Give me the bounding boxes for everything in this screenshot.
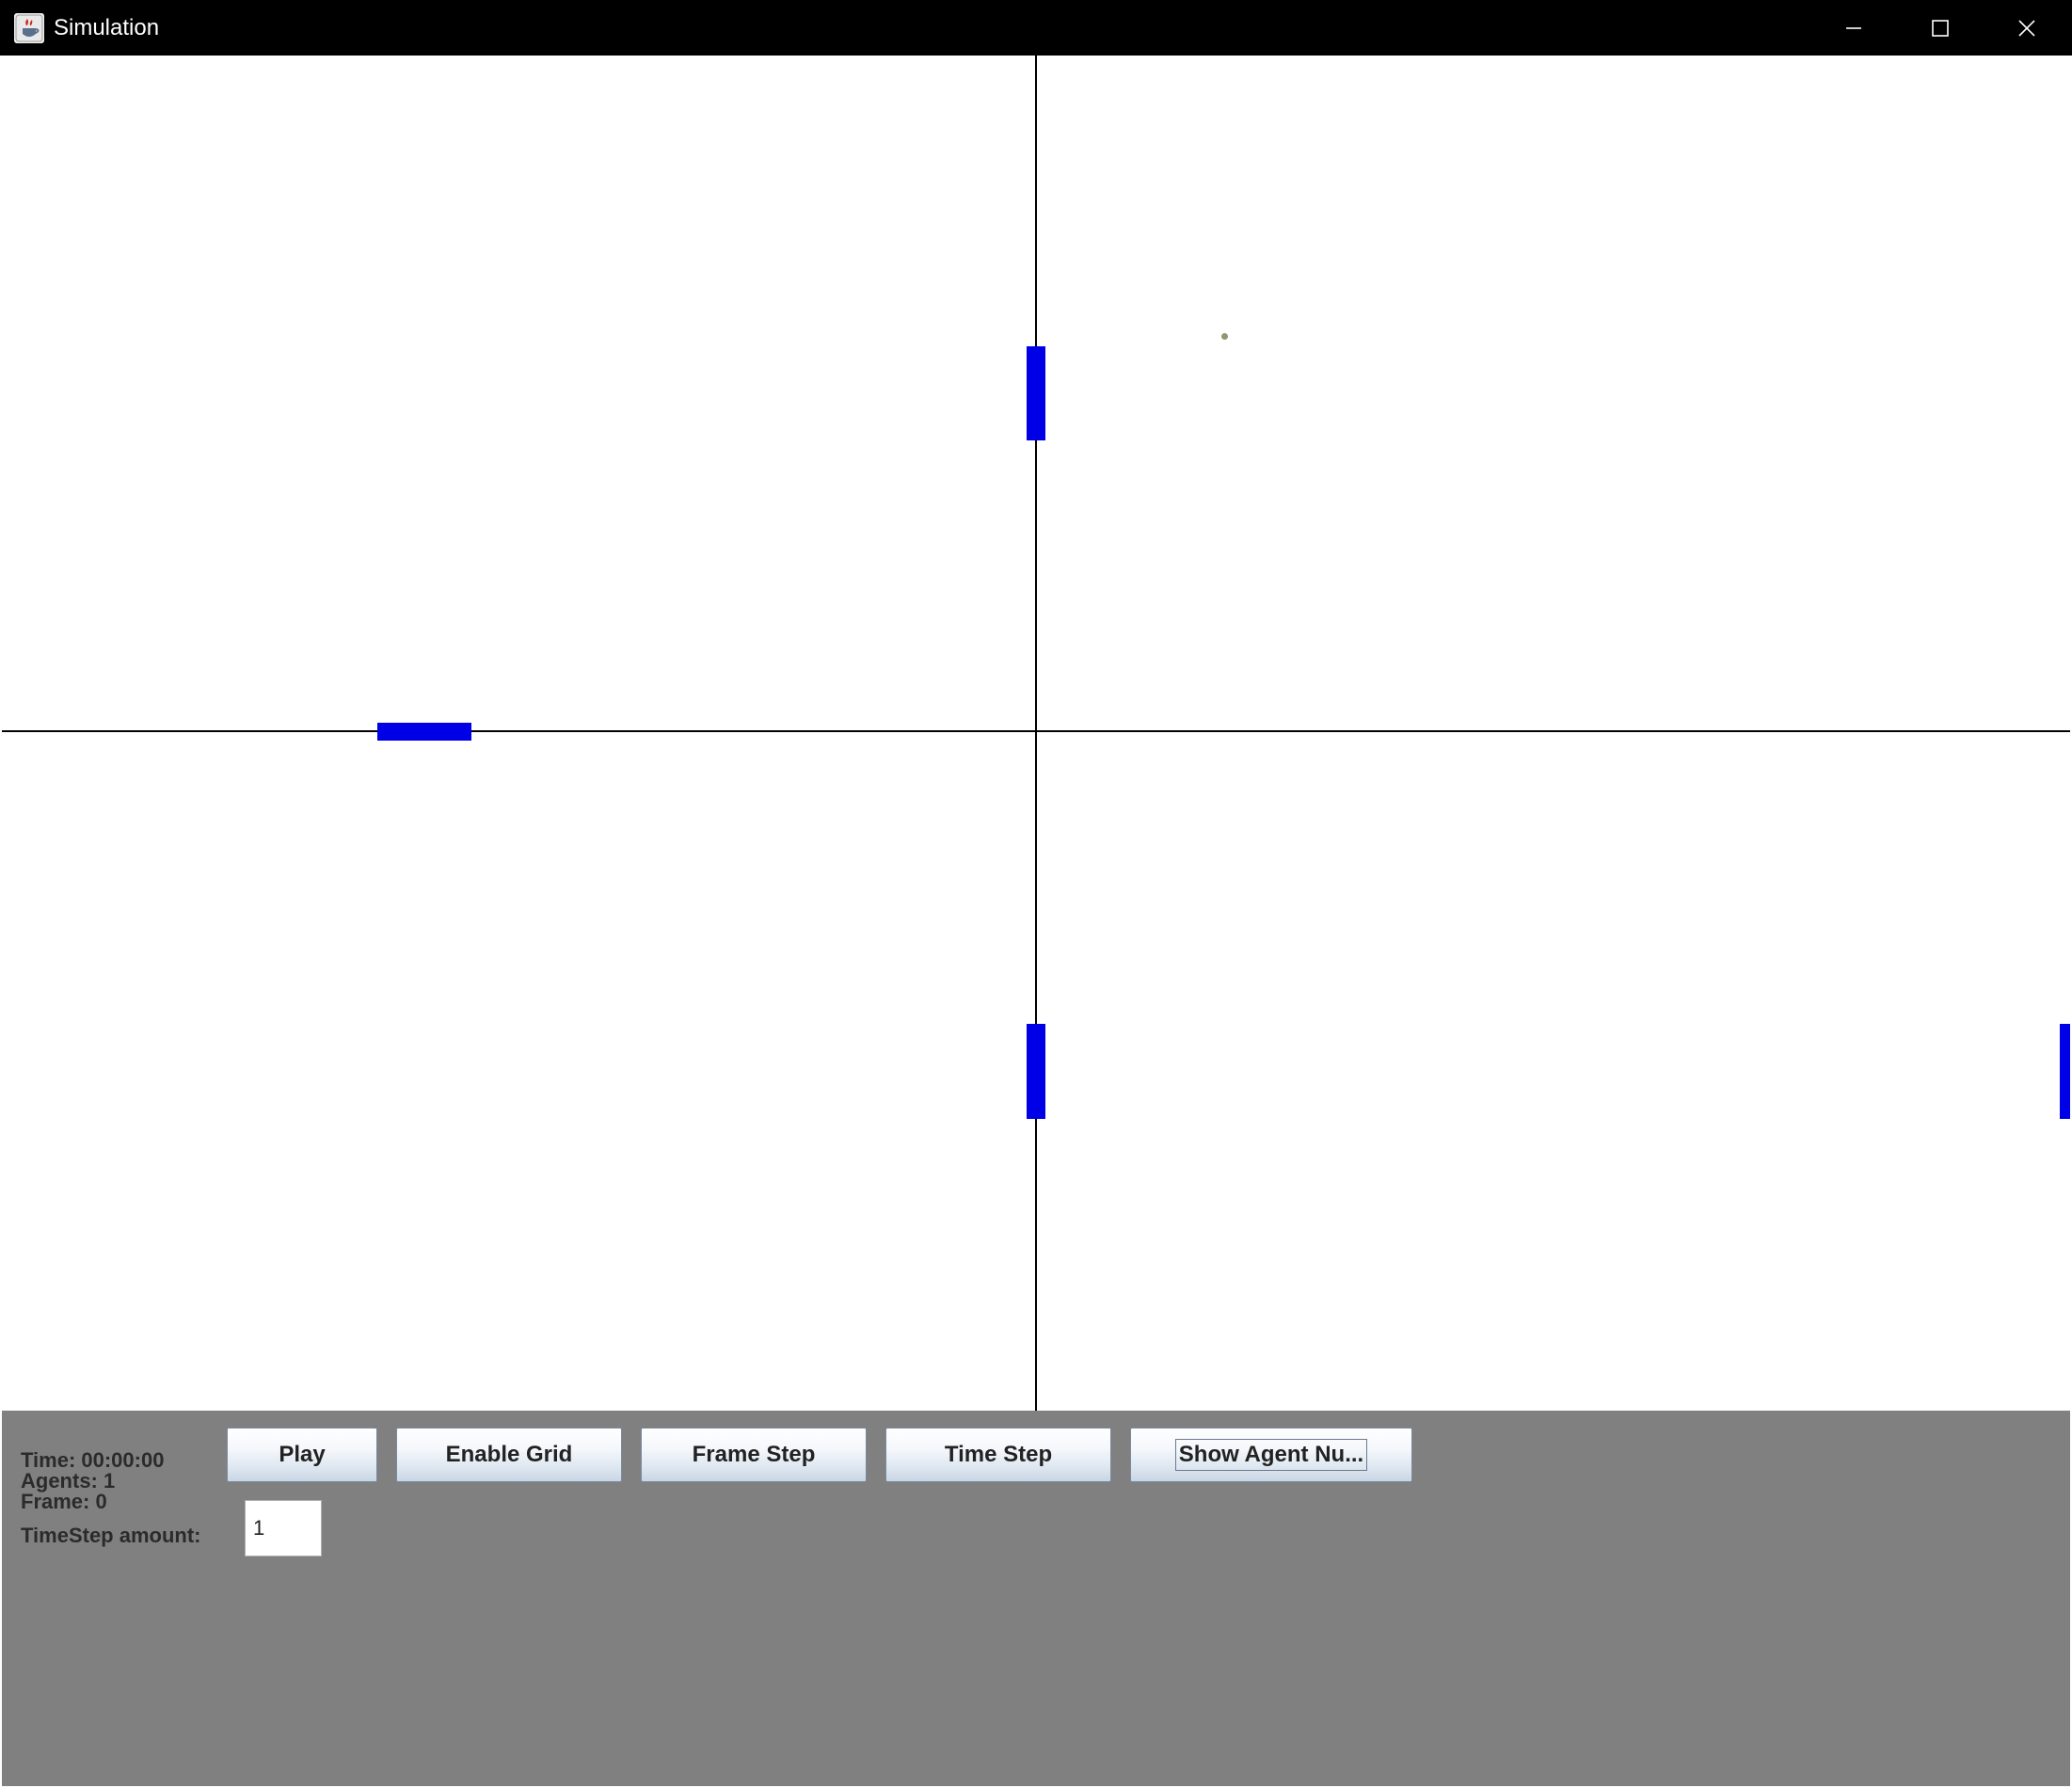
wall-segment	[2060, 1024, 2070, 1119]
wall-segment	[1027, 1024, 1045, 1119]
wall-segment	[1027, 346, 1045, 440]
grid-line-vertical	[1035, 56, 1037, 1411]
frame-step-button-label: Frame Step	[692, 1442, 816, 1467]
enable-grid-button[interactable]: Enable Grid	[396, 1428, 622, 1482]
window-title: Simulation	[54, 15, 160, 40]
show-agent-numbers-button-label: Show Agent Nu...	[1174, 1439, 1368, 1471]
simulation-window: Simulation Time: 00:00:00 Agents: 1 Fram…	[0, 0, 2072, 1788]
show-agent-numbers-button[interactable]: Show Agent Nu...	[1130, 1428, 1412, 1482]
agent[interactable]	[1221, 333, 1228, 340]
enable-grid-button-label: Enable Grid	[445, 1442, 573, 1467]
frame-step-button[interactable]: Frame Step	[641, 1428, 867, 1482]
play-button-label: Play	[279, 1442, 326, 1467]
control-panel: Time: 00:00:00 Agents: 1 Frame: 0 Play E…	[2, 1411, 2070, 1786]
title-bar[interactable]: Simulation	[0, 0, 2072, 56]
maximize-icon	[1932, 19, 1949, 37]
maximize-button[interactable]	[1897, 0, 1984, 56]
minimize-icon	[1846, 26, 1861, 29]
time-step-button[interactable]: Time Step	[885, 1428, 1111, 1482]
grid-line-horizontal	[2, 730, 2070, 732]
minimize-button[interactable]	[1810, 0, 1897, 56]
close-button[interactable]	[1984, 0, 2070, 56]
play-button[interactable]: Play	[227, 1428, 377, 1482]
close-icon	[2018, 19, 2035, 37]
agents-count: Agents: 1	[21, 1469, 116, 1493]
time-readout: Time: 00:00:00	[21, 1448, 165, 1472]
wall-segment	[377, 723, 471, 741]
java-coffee-icon	[14, 13, 44, 43]
time-step-button-label: Time Step	[944, 1442, 1053, 1467]
timestep-amount-label: TimeStep amount:	[21, 1524, 201, 1547]
timestep-amount-input[interactable]	[245, 1500, 322, 1557]
frame-count: Frame: 0	[21, 1490, 107, 1513]
simulation-canvas[interactable]	[2, 56, 2070, 1411]
